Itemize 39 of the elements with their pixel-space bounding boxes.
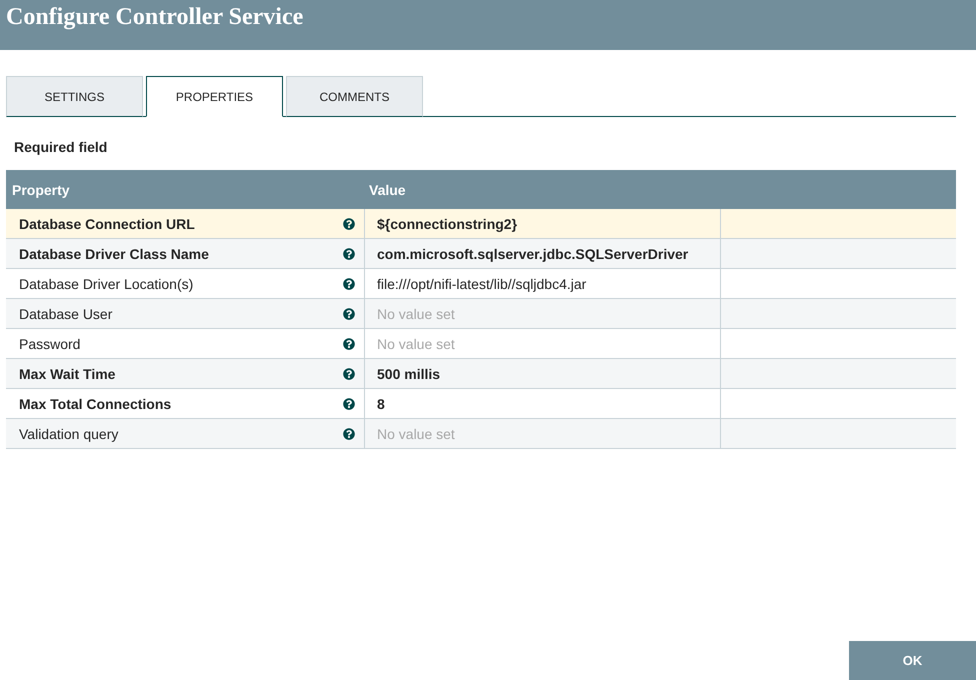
table-row[interactable]: Database Connection URL ${connectionstring2} — [6, 209, 956, 239]
tab[interactable]: COMMENTS — [286, 76, 423, 117]
tab[interactable]: SETTINGS — [6, 76, 143, 117]
table-row[interactable]: Password No value set — [6, 329, 956, 359]
dialog-title: Configure Controller Service — [6, 3, 304, 31]
help-icon[interactable] — [343, 338, 355, 350]
property-value: 8 — [377, 396, 385, 412]
property-name: Validation query — [19, 426, 118, 442]
table-row[interactable]: Database User No value set — [6, 299, 956, 329]
help-icon[interactable] — [343, 278, 355, 290]
help-icon[interactable] — [343, 218, 355, 230]
property-name: Max Wait Time — [19, 366, 116, 382]
table-row[interactable]: Database Driver Location(s) file:///opt/nifi-latest/lib//sqljdbc4.jar — [6, 269, 956, 299]
property-value: No value set — [377, 336, 455, 352]
property-name: Database Connection URL — [19, 216, 195, 232]
table-row[interactable]: Max Wait Time 500 millis — [6, 359, 956, 389]
property-value: com.microsoft.sqlserver.jdbc.SQLServerDriver — [377, 246, 688, 262]
property-name: Password — [19, 336, 80, 352]
tab[interactable]: PROPERTIES — [146, 76, 283, 117]
table-row[interactable]: Database Driver Class Name com.microsoft.sqlserver.jdbc.SQLServerDriver — [6, 239, 956, 269]
property-name: Database Driver Class Name — [19, 246, 209, 262]
column-header: Property — [12, 182, 70, 198]
help-icon[interactable] — [343, 248, 355, 260]
table-row[interactable]: Validation query No value set — [6, 419, 956, 449]
property-name: Database Driver Location(s) — [19, 276, 194, 292]
property-value: No value set — [377, 426, 455, 442]
required-field-note: Required field — [14, 139, 108, 155]
property-value: file:///opt/nifi-latest/lib//sqljdbc4.jar — [377, 276, 586, 292]
help-icon[interactable] — [343, 398, 355, 410]
table-row[interactable]: Max Total Connections 8 — [6, 389, 956, 419]
help-icon[interactable] — [343, 308, 355, 320]
property-name: Max Total Connections — [19, 396, 172, 412]
property-value: ${connectionstring2} — [377, 216, 518, 232]
property-value: 500 millis — [377, 366, 440, 382]
property-value: No value set — [377, 306, 455, 322]
property-name: Database User — [19, 306, 112, 322]
help-icon[interactable] — [343, 428, 355, 440]
help-icon[interactable] — [343, 368, 355, 380]
column-header: Value — [369, 182, 406, 198]
